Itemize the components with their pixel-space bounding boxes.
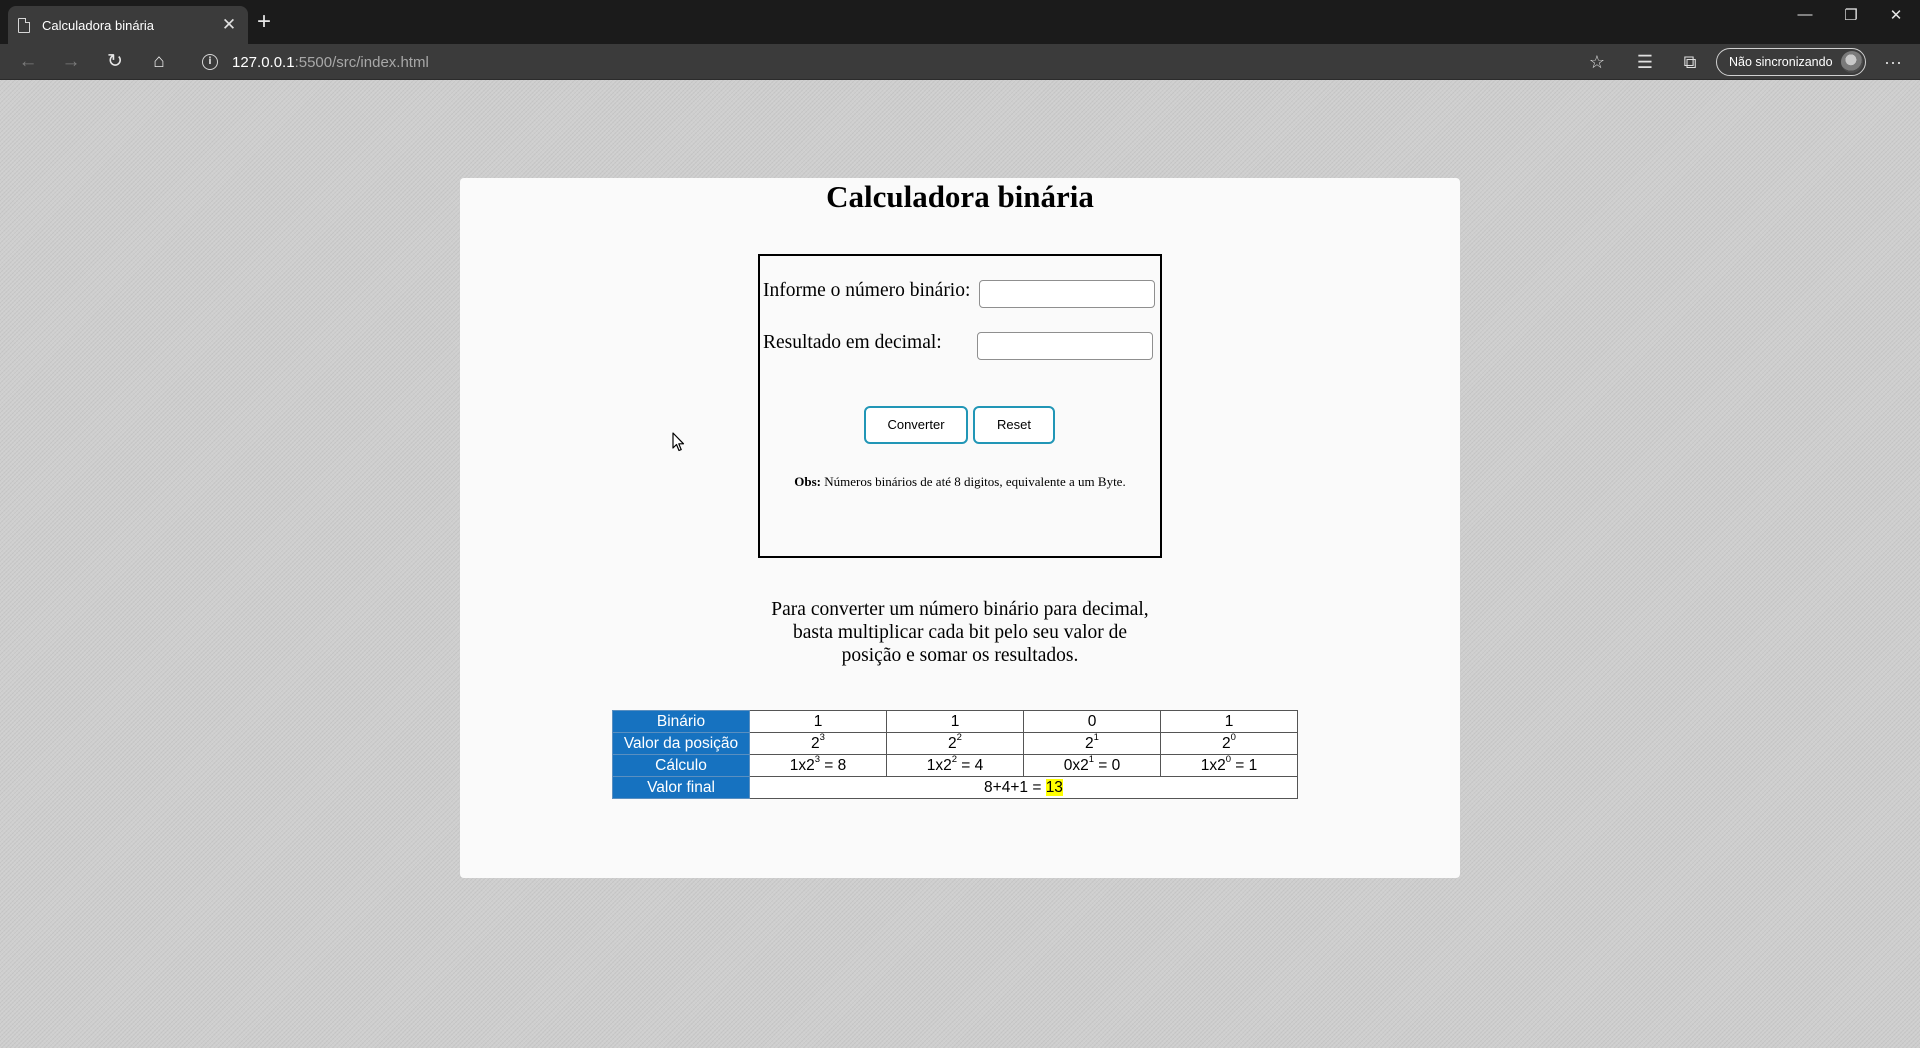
- position-cell: 23: [749, 732, 887, 755]
- table-row: Binário 1 1 0 1: [612, 710, 1298, 733]
- decimal-result-field[interactable]: [977, 332, 1153, 360]
- document-icon: [18, 17, 30, 33]
- explanation-line: posição e somar os resultados.: [841, 645, 1079, 666]
- tab-bar: Calculadora binária ✕ + — ❐ ✕: [0, 0, 1920, 44]
- row-header-final: Valor final: [612, 776, 750, 799]
- bit-cell: 1: [886, 710, 1024, 733]
- more-icon[interactable]: ···: [1878, 47, 1908, 77]
- explanation-text: Para converter um número binário para de…: [760, 598, 1160, 667]
- new-tab-button[interactable]: +: [252, 10, 276, 36]
- row-header-binary: Binário: [612, 710, 750, 733]
- binary-input-label: Informe o número binário:: [763, 280, 971, 301]
- conversion-table: Binário 1 1 0 1 Valor da posição 23 22 2…: [612, 710, 1298, 799]
- tab-close-icon[interactable]: ✕: [220, 15, 238, 35]
- mouse-cursor-icon: [672, 432, 685, 452]
- page-viewport: Calculadora binária Informe o número bin…: [0, 80, 1920, 1048]
- info-icon[interactable]: i: [202, 54, 218, 70]
- reset-button[interactable]: Reset: [973, 406, 1055, 444]
- restore-icon[interactable]: ❐: [1836, 6, 1866, 24]
- position-cell: 21: [1023, 732, 1161, 755]
- main-card: Calculadora binária Informe o número bin…: [460, 178, 1460, 878]
- favorite-star-icon[interactable]: ☆: [1582, 47, 1612, 77]
- bit-cell: 1: [749, 710, 887, 733]
- calculation-cell: 1x23 = 8: [749, 754, 887, 777]
- browser-tab[interactable]: Calculadora binária ✕: [8, 6, 248, 44]
- avatar: [1841, 51, 1863, 73]
- explanation-line: basta multiplicar cada bit pelo seu valo…: [792, 622, 1128, 643]
- page-title: Calculadora binária: [826, 179, 1094, 214]
- obs-label: Obs:: [794, 474, 821, 489]
- table-row: Valor final 8+4+1 = 13: [612, 776, 1298, 799]
- home-icon[interactable]: ⌂: [144, 47, 174, 77]
- convert-button[interactable]: Converter: [864, 406, 968, 444]
- table-row: Cálculo 1x23 = 8 1x22 = 4 0x21 = 0 1x20 …: [612, 754, 1298, 777]
- minimize-icon[interactable]: —: [1790, 6, 1820, 23]
- collections-icon[interactable]: ⧉: [1675, 47, 1705, 77]
- calculation-cell: 1x22 = 4: [886, 754, 1024, 777]
- refresh-icon[interactable]: ↻: [100, 47, 130, 77]
- obs-text: Números binários de até 8 digitos, equiv…: [821, 474, 1126, 489]
- tab-title: Calculadora binária: [42, 17, 155, 33]
- calculator-box: Informe o número binário: Resultado em d…: [758, 254, 1162, 558]
- address-bar[interactable]: i 127.0.0.1:5500/src/index.html: [194, 47, 1594, 77]
- row-header-calculation: Cálculo: [612, 754, 750, 777]
- obs-note: Obs: Números binários de até 8 digitos, …: [760, 474, 1160, 490]
- table-row: Valor da posição 23 22 21 20: [612, 732, 1298, 755]
- position-cell: 22: [886, 732, 1024, 755]
- final-value-highlight: 13: [1045, 778, 1063, 796]
- browser-toolbar: ← → ↻ ⌂ i 127.0.0.1:5500/src/index.html …: [0, 44, 1920, 80]
- forward-icon[interactable]: →: [56, 47, 86, 77]
- binary-input[interactable]: [979, 280, 1155, 308]
- position-cell: 20: [1160, 732, 1298, 755]
- window-close-icon[interactable]: ✕: [1881, 6, 1911, 24]
- bit-cell: 0: [1023, 710, 1161, 733]
- row-header-position: Valor da posição: [612, 732, 750, 755]
- decimal-result-label: Resultado em decimal:: [763, 332, 942, 353]
- bit-cell: 1: [1160, 710, 1298, 733]
- calculation-cell: 1x20 = 1: [1160, 754, 1298, 777]
- profile-button[interactable]: Não sincronizando: [1716, 48, 1866, 76]
- back-icon[interactable]: ←: [13, 47, 43, 77]
- explanation-line: Para converter um número binário para de…: [771, 599, 1149, 620]
- favorites-list-icon[interactable]: ☰: [1630, 47, 1660, 77]
- profile-label: Não sincronizando: [1729, 55, 1833, 69]
- url-host: 127.0.0.1: [232, 53, 295, 71]
- url-path: :5500/src/index.html: [294, 53, 429, 71]
- final-value-cell: 8+4+1 = 13: [749, 776, 1298, 799]
- final-expression: 8+4+1 =: [984, 778, 1046, 796]
- calculation-cell: 0x21 = 0: [1023, 754, 1161, 777]
